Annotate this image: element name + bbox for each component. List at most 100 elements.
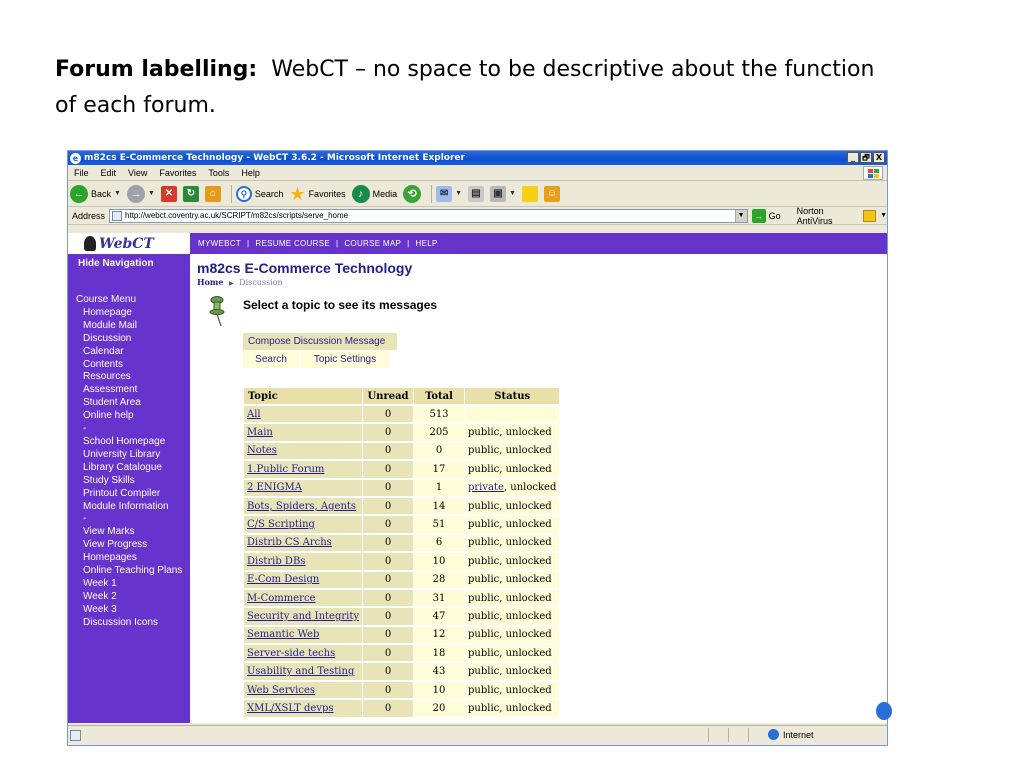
history-button[interactable]: ⟲: [403, 184, 422, 203]
menu-tools[interactable]: Tools: [208, 168, 229, 178]
sidebar-item[interactable]: Resources: [83, 371, 190, 384]
topic-link[interactable]: Notes: [244, 442, 362, 460]
compose-discussion-button[interactable]: Compose Discussion Message: [243, 333, 397, 350]
topic-link[interactable]: Semantic Web: [244, 626, 362, 644]
menu-bar: File Edit View Favorites Tools Help: [68, 165, 887, 181]
search-button[interactable]: Search: [243, 351, 299, 368]
messenger-button[interactable]: ☺: [543, 185, 560, 202]
nav-help[interactable]: HELP: [416, 239, 438, 248]
topic-link[interactable]: Distrib CS Archs: [244, 534, 362, 552]
sidebar-item[interactable]: Week 1: [83, 578, 190, 591]
sidebar-item[interactable]: University Library: [83, 449, 190, 462]
table-row: XML/XSLT devps 0 20 public, unlocked: [244, 700, 560, 717]
sidebar-item[interactable]: School Homepage: [83, 436, 190, 449]
sidebar-item[interactable]: Module Mail: [83, 320, 190, 333]
menu-file[interactable]: File: [74, 168, 89, 178]
stop-icon: ✕: [160, 185, 177, 202]
table-row: Security and Integrity 0 47 public, unlocke…: [244, 608, 560, 625]
menu-help[interactable]: Help: [241, 168, 260, 178]
topic-link[interactable]: Bots, Spiders, Agents: [244, 497, 362, 515]
sidebar-item[interactable]: Discussion Icons: [83, 617, 190, 630]
norton-antivirus-button[interactable]: Norton AntiVirus ▼: [797, 206, 887, 226]
sidebar-item[interactable]: Module Information: [83, 501, 190, 514]
sidebar-item[interactable]: Homepages: [83, 552, 190, 565]
sidebar-item[interactable]: Homepage: [83, 307, 190, 320]
topic-link[interactable]: E-Com Design: [244, 571, 362, 588]
topic-total: 1: [414, 479, 464, 496]
topic-link[interactable]: All: [244, 406, 362, 423]
favorites-button[interactable]: ★ Favorites: [289, 185, 345, 203]
address-input[interactable]: http://webct.coventry.ac.uk/SCRIPT/m82cs…: [109, 208, 748, 223]
topic-link[interactable]: 2 ENIGMA: [244, 479, 362, 496]
topic-link[interactable]: XML/XSLT devps: [244, 700, 362, 717]
stop-button[interactable]: ✕: [160, 185, 177, 202]
header-topic: Topic: [244, 388, 362, 404]
sidebar-item[interactable]: Online help: [83, 410, 190, 423]
print-button[interactable]: ▤: [468, 185, 485, 202]
mail-button[interactable]: ✉ ▼: [436, 185, 462, 202]
topic-link[interactable]: Main: [244, 424, 362, 441]
breadcrumb-home[interactable]: Home: [197, 277, 223, 287]
topic-settings-button[interactable]: Topic Settings: [301, 351, 389, 368]
media-button[interactable]: ♪ Media: [351, 184, 397, 203]
chevron-down-icon[interactable]: ▼: [734, 209, 747, 222]
status-link[interactable]: private: [468, 482, 504, 493]
star-icon: ★: [289, 183, 306, 204]
sidebar-item[interactable]: View Marks: [83, 526, 190, 539]
navigation-sidebar: WebCT Hide Navigation Course Menu Homepa…: [68, 233, 190, 723]
menu-edit[interactable]: Edit: [101, 168, 117, 178]
table-row: All 0 513: [244, 406, 560, 423]
minimize-button[interactable]: _: [847, 152, 859, 163]
sidebar-item[interactable]: View Progress: [83, 539, 190, 552]
topic-link[interactable]: Distrib DBs: [244, 553, 362, 570]
topic-link[interactable]: Server-side techs: [244, 645, 362, 662]
sidebar-item[interactable]: Week 3: [83, 604, 190, 617]
sidebar-item[interactable]: Online Teaching Plans: [83, 565, 190, 578]
topic-link[interactable]: 1.Public Forum: [244, 461, 362, 478]
sidebar-item[interactable]: Student Area: [83, 397, 190, 410]
sidebar-item[interactable]: Calendar: [83, 346, 190, 359]
topic-link[interactable]: C/S Scripting: [244, 516, 362, 533]
sidebar-item[interactable]: Study Skills: [83, 475, 190, 488]
table-row: Distrib DBs 0 10 public, unlocked: [244, 553, 560, 570]
sidebar-item[interactable]: Assessment: [83, 384, 190, 397]
topic-link[interactable]: Security and Integrity: [244, 608, 362, 625]
nav-resume-course[interactable]: RESUME COURSE: [255, 239, 330, 248]
webct-logo[interactable]: WebCT: [68, 233, 190, 254]
toolbar-divider: [431, 184, 433, 203]
topic-total: 12: [414, 626, 464, 644]
table-row: 2 ENIGMA 0 1 private, unlocked: [244, 479, 560, 496]
topic-total: 0: [414, 442, 464, 460]
sidebar-item[interactable]: Week 2: [83, 591, 190, 604]
header-status: Status: [465, 388, 560, 404]
table-row: Main 0 205 public, unlocked: [244, 424, 560, 441]
menu-favorites[interactable]: Favorites: [159, 168, 196, 178]
topic-link[interactable]: M-Commerce: [244, 589, 362, 607]
close-button[interactable]: X: [873, 152, 885, 163]
back-arrow-icon: ←: [70, 184, 88, 203]
sidebar-item[interactable]: Library Catalogue: [83, 462, 190, 475]
topic-link[interactable]: Usability and Testing: [244, 663, 362, 680]
edit-button[interactable]: ▣ ▼: [490, 185, 516, 202]
sidebar-item[interactable]: Discussion: [83, 333, 190, 346]
folder-button[interactable]: [521, 185, 538, 202]
search-button[interactable]: ⚲ Search: [235, 185, 283, 202]
refresh-button[interactable]: ↻: [182, 185, 199, 202]
nav-course-map[interactable]: COURSE MAP: [344, 239, 401, 248]
topic-status: public, unlocked: [465, 663, 560, 680]
restore-button[interactable]: 🗗: [860, 152, 872, 163]
topic-unread: 0: [363, 608, 413, 625]
edit-icon: ▣: [490, 185, 507, 202]
back-button[interactable]: ← Back ▼: [70, 184, 121, 203]
nav-mywebct[interactable]: MYWEBCT: [198, 239, 241, 248]
forward-button[interactable]: → ▼: [126, 184, 155, 203]
topic-link[interactable]: Web Services: [244, 681, 362, 699]
go-button[interactable]: → Go: [751, 208, 781, 223]
favorites-label: Favorites: [308, 188, 346, 199]
table-row: 1.Public Forum 0 17 public, unlocked: [244, 461, 560, 478]
menu-view[interactable]: View: [128, 168, 147, 178]
home-button[interactable]: ⌂: [204, 185, 221, 202]
sidebar-item[interactable]: Printout Compiler: [83, 488, 190, 501]
sidebar-item[interactable]: Contents: [83, 359, 190, 372]
hide-navigation-link[interactable]: Hide Navigation: [68, 254, 190, 294]
